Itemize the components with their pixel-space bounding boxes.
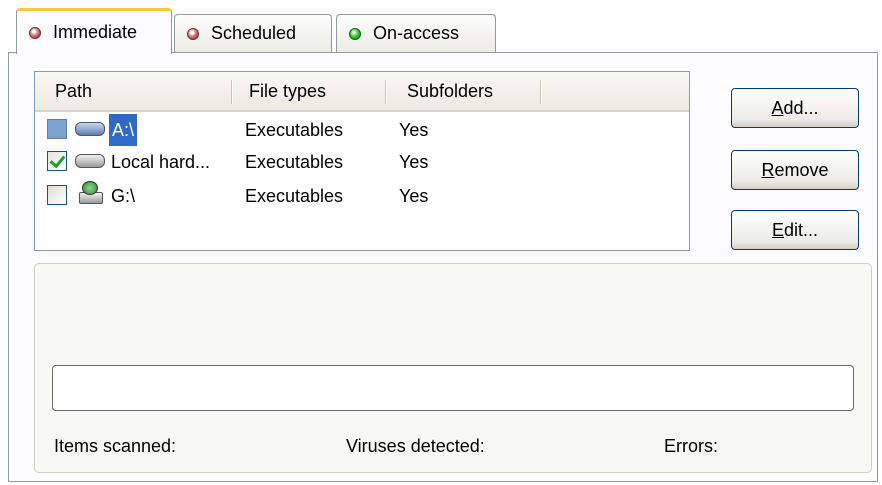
row-path: G:\ bbox=[111, 186, 136, 206]
row-path: A:\ bbox=[109, 114, 138, 146]
viruses-detected-label: Viruses detected: bbox=[346, 436, 485, 456]
mnemonic: A bbox=[771, 98, 784, 118]
tab-label: On-access bbox=[373, 23, 460, 43]
row-subfolders: Yes bbox=[399, 120, 429, 140]
row-subfolders: Yes bbox=[399, 186, 429, 206]
row-file-types: Executables bbox=[245, 186, 344, 206]
list-header: Path File types Subfolders bbox=[35, 72, 689, 112]
row-path: Local hard... bbox=[111, 152, 211, 172]
list-item[interactable]: Local hard... Executables Yes bbox=[35, 146, 689, 178]
network-drive-icon bbox=[79, 181, 103, 204]
tab-label: Scheduled bbox=[211, 23, 297, 43]
column-header-file-types[interactable]: File types bbox=[249, 72, 326, 110]
scan-paths-list[interactable]: Path File types Subfolders A:\ Executabl… bbox=[34, 71, 690, 251]
row-checkbox[interactable] bbox=[47, 151, 67, 171]
errors-label: Errors: bbox=[664, 436, 718, 456]
tab-on-access[interactable]: On-access bbox=[336, 14, 496, 52]
column-separator[interactable] bbox=[231, 80, 233, 104]
row-checkbox[interactable] bbox=[47, 119, 67, 139]
tab-label: Immediate bbox=[53, 22, 138, 42]
mnemonic: E bbox=[771, 220, 784, 240]
tab-immediate[interactable]: Immediate bbox=[16, 8, 172, 54]
row-file-types: Executables bbox=[245, 152, 344, 172]
mnemonic: R bbox=[761, 160, 775, 180]
button-label: emove bbox=[774, 160, 829, 180]
column-separator[interactable] bbox=[540, 80, 542, 104]
items-scanned-label: Items scanned: bbox=[54, 436, 177, 456]
row-subfolders: Yes bbox=[399, 152, 429, 172]
red-status-icon bbox=[187, 27, 199, 40]
add-button[interactable]: Add... bbox=[731, 88, 859, 128]
button-label: dit... bbox=[784, 220, 819, 240]
list-item[interactable]: G:\ Executables Yes bbox=[35, 180, 689, 212]
red-status-icon bbox=[29, 26, 41, 39]
column-header-subfolders[interactable]: Subfolders bbox=[407, 72, 493, 110]
column-header-path[interactable]: Path bbox=[55, 72, 92, 110]
hard-drive-icon bbox=[75, 154, 105, 168]
floppy-drive-icon bbox=[75, 122, 105, 136]
scan-progress-bar bbox=[52, 365, 854, 411]
edit-button[interactable]: Edit... bbox=[731, 210, 859, 250]
green-status-icon bbox=[349, 27, 361, 40]
remove-button[interactable]: Remove bbox=[731, 150, 859, 190]
row-checkbox[interactable] bbox=[47, 185, 67, 205]
button-label: dd... bbox=[783, 98, 819, 118]
list-item[interactable]: A:\ Executables Yes bbox=[35, 114, 689, 146]
row-file-types: Executables bbox=[245, 120, 344, 140]
tab-scheduled[interactable]: Scheduled bbox=[174, 14, 332, 52]
column-separator[interactable] bbox=[385, 80, 387, 104]
